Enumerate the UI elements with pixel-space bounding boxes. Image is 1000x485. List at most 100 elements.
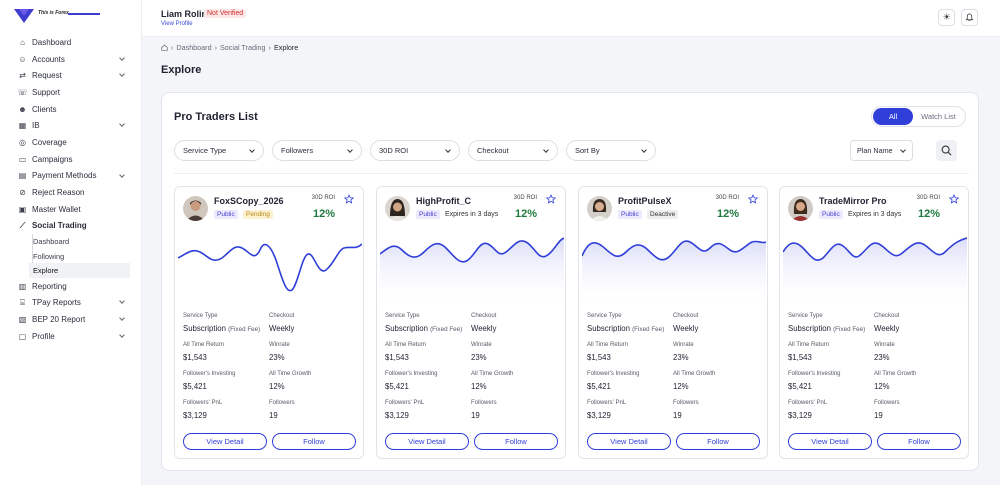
sidebar-nav: ⌂ Dashboard ☺ Accounts ⇄ Request ☏ Suppo… (14, 34, 130, 345)
trader-card[interactable]: FoxSCopy_2026 Public Pending 30D ROI 12%… (174, 186, 364, 459)
winrate-label: Winrate (269, 342, 290, 348)
roi-value: 12% (312, 208, 335, 220)
performance-sparkline (178, 243, 362, 292)
star-icon[interactable] (949, 194, 959, 204)
winrate-value: 23% (269, 353, 285, 362)
followers-pnl-value: $3,129 (788, 411, 812, 420)
sidebar-item-reject-reason[interactable]: ⊘ Reject Reason (14, 184, 130, 201)
checkout-filter[interactable]: Checkout (468, 140, 558, 161)
sidebar-item-tpay-reports[interactable]: ⌸ TPay Reports (14, 294, 130, 311)
star-icon[interactable] (546, 194, 556, 204)
followers-filter[interactable]: Followers (272, 140, 362, 161)
avatar (587, 196, 612, 221)
subnav-item-explore[interactable]: Explore (29, 263, 130, 278)
view-detail-button[interactable]: View Detail (788, 433, 872, 450)
reporting-icon: ▥ (18, 281, 27, 291)
trader-name: HighProfit_C (416, 196, 471, 206)
brand-logo[interactable]: This is Forex (14, 8, 100, 24)
follow-button[interactable]: Follow (877, 433, 961, 450)
sidebar-item-bep20-report[interactable]: ▧ BEP 20 Report (14, 311, 130, 328)
view-detail-button[interactable]: View Detail (183, 433, 267, 450)
sidebar-item-campaigns[interactable]: ▭ Campaigns (14, 151, 130, 168)
sidebar-item-profile[interactable]: ▢ Profile (14, 328, 130, 345)
sidebar-item-coverage[interactable]: ◎ Coverage (14, 134, 130, 151)
sidebar-item-label: Request (32, 71, 62, 81)
notifications-button[interactable] (961, 9, 978, 26)
sidebar-item-reporting[interactable]: ▥ Reporting (14, 278, 130, 295)
theme-toggle-button[interactable]: ☀ (938, 9, 955, 26)
sidebar-item-clients[interactable]: ☻ Clients (14, 101, 130, 118)
search-button[interactable] (936, 140, 957, 161)
status-badge: Deactive (647, 210, 679, 219)
follow-button[interactable]: Follow (676, 433, 760, 450)
chevron-down-icon (119, 121, 125, 128)
plan-name-select[interactable]: Plan Name (850, 140, 913, 161)
sidebar-item-request[interactable]: ⇄ Request (14, 67, 130, 84)
followers-investing-value: $5,421 (587, 382, 611, 391)
view-detail-button[interactable]: View Detail (587, 433, 671, 450)
service-type-value: Subscription (Fixed Fee) (587, 324, 664, 333)
roi-filter[interactable]: 30D ROI (370, 140, 460, 161)
followers-label: Followers (874, 400, 900, 406)
winrate-value: 23% (673, 353, 689, 362)
filter-label: Service Type (183, 146, 227, 155)
filter-label: Checkout (477, 146, 509, 155)
service-type-value: Subscription (Fixed Fee) (788, 324, 865, 333)
service-type-label: Service Type (385, 313, 420, 319)
star-icon[interactable] (748, 194, 758, 204)
follow-button[interactable]: Follow (474, 433, 558, 450)
winrate-value: 23% (471, 353, 487, 362)
checkout-label: Checkout (673, 313, 699, 319)
sidebar-item-ib[interactable]: ▦ IB (14, 117, 130, 134)
subnav-item-dashboard[interactable]: Dashboard (33, 234, 130, 249)
tab-all[interactable]: All (873, 108, 913, 125)
all-time-growth-label: All Time Growth (269, 371, 312, 377)
roi-label: 30D ROI (513, 195, 537, 201)
sidebar-item-social-trading[interactable]: ⟋ Social Trading (14, 218, 130, 235)
top-header: Liam Rolin Not Verified View Profile ☀ (142, 0, 1000, 37)
checkout-value: Weekly (673, 324, 699, 333)
trader-card[interactable]: TradeMirror Pro Public Expires in 3 days… (779, 186, 969, 459)
avatar (183, 196, 208, 221)
followers-value: 19 (471, 411, 480, 420)
all-time-return-value: $1,543 (183, 353, 207, 362)
sidebar-item-master-wallet[interactable]: ▣ Master Wallet (14, 201, 130, 218)
filters-row: Service Type Followers 30D ROI Checkout … (174, 140, 969, 161)
subnav-item-following[interactable]: Following (33, 249, 130, 264)
view-detail-button[interactable]: View Detail (385, 433, 469, 450)
checkout-label: Checkout (471, 313, 497, 319)
filter-label: Sort By (575, 146, 600, 155)
service-type-filter[interactable]: Service Type (174, 140, 264, 161)
sidebar-item-label: Reject Reason (32, 188, 85, 198)
filter-label: 30D ROI (379, 146, 409, 155)
sidebar-item-dashboard[interactable]: ⌂ Dashboard (14, 34, 130, 51)
trader-card[interactable]: ProfitPulseX Public Deactive 30D ROI 12%… (578, 186, 768, 459)
sidebar-item-support[interactable]: ☏ Support (14, 84, 130, 101)
view-profile-link[interactable]: View Profile (161, 21, 193, 27)
chevron-down-icon (119, 171, 125, 178)
followers-investing-label: Follower's Investing (183, 371, 236, 377)
follow-button[interactable]: Follow (272, 433, 356, 450)
sort-by-filter[interactable]: Sort By (566, 140, 656, 161)
bell-icon (965, 13, 974, 22)
sidebar-item-label: Support (32, 87, 61, 97)
sidebar-item-payment-methods[interactable]: ▤ Payment Methods (14, 168, 130, 185)
pro-traders-panel: Pro Traders List All Watch List Service … (161, 92, 979, 471)
home-icon[interactable] (161, 44, 168, 51)
followers-value: 19 (874, 411, 883, 420)
sidebar-item-label: Clients (32, 104, 57, 114)
star-icon[interactable] (344, 194, 354, 204)
followers-investing-value: $5,421 (385, 382, 409, 391)
chevron-down-icon (119, 54, 125, 61)
winrate-label: Winrate (673, 342, 694, 348)
breadcrumb-item-social-trading[interactable]: Social Trading (220, 43, 266, 52)
breadcrumb-separator: › (171, 43, 174, 52)
chevron-down-icon (347, 147, 353, 153)
sidebar-item-accounts[interactable]: ☺ Accounts (14, 51, 130, 68)
users-icon: ☺ (18, 54, 27, 64)
all-time-return-value: $1,543 (385, 353, 409, 362)
breadcrumb-item-dashboard[interactable]: Dashboard (176, 43, 211, 52)
followers-pnl-label: Followers' PnL (788, 400, 828, 406)
tab-watch-list[interactable]: Watch List (913, 108, 964, 125)
trader-card[interactable]: HighProfit_C Public Expires in 3 days 30… (376, 186, 566, 459)
